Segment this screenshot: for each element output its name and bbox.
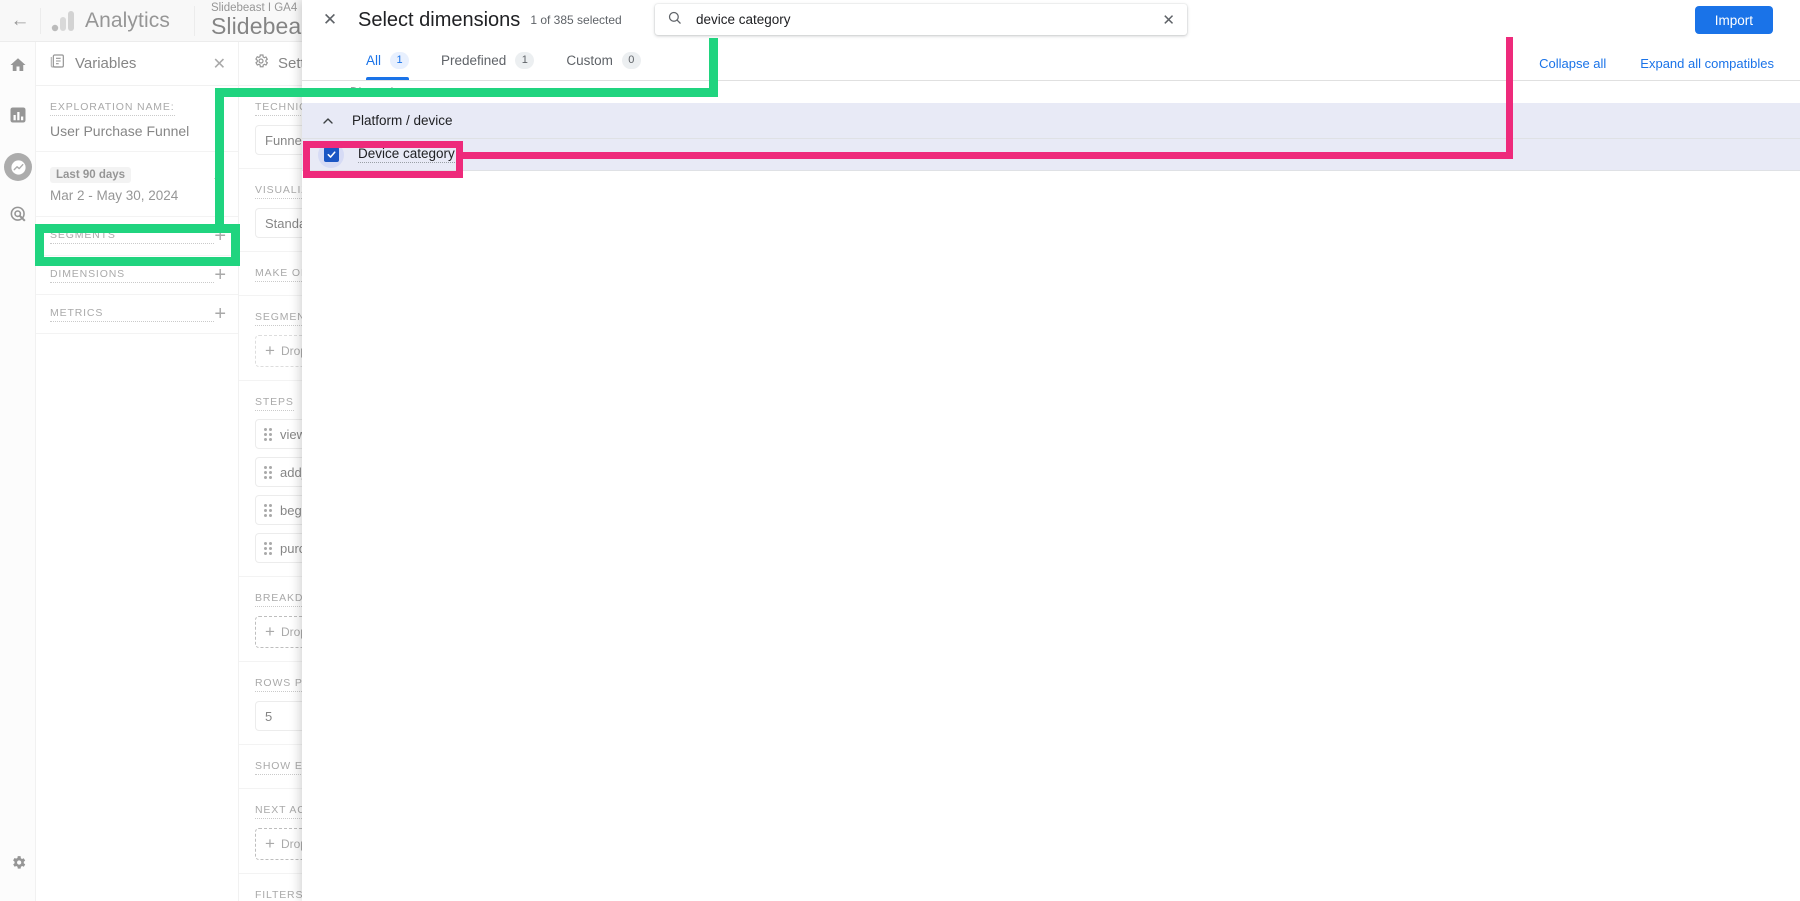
dimension-row-device-category[interactable]: Device category xyxy=(302,139,1800,171)
search-bar[interactable]: ✕ xyxy=(655,4,1187,35)
modal-header: ✕ Select dimensions 1 of 385 selected ✕ … xyxy=(302,0,1800,40)
nav-home[interactable] xyxy=(0,42,36,92)
selected-count: 1 of 385 selected xyxy=(530,13,622,27)
nav-advertising[interactable] xyxy=(0,192,36,242)
chevron-down-icon[interactable] xyxy=(214,178,224,183)
tab-predefined[interactable]: Predefined 1 xyxy=(425,40,550,80)
tab-all-label: All xyxy=(366,52,382,68)
tab-custom-badge: 0 xyxy=(621,51,641,69)
device-category-checkbox[interactable] xyxy=(318,141,344,168)
tab-predefined-badge: 1 xyxy=(515,51,535,69)
drag-handle-icon[interactable] xyxy=(264,465,272,479)
close-icon[interactable]: ✕ xyxy=(302,0,358,40)
metrics-label: METRICS xyxy=(50,307,215,322)
tab-all[interactable]: All 1 xyxy=(350,40,425,80)
dimension-group-label: Platform / device xyxy=(352,113,453,128)
home-icon xyxy=(9,56,27,79)
variables-icon xyxy=(50,53,66,74)
left-nav-rail xyxy=(0,42,36,901)
tab-all-badge: 1 xyxy=(390,51,410,69)
dimensions-label: DIMENSIONS xyxy=(50,268,215,283)
tab-custom[interactable]: Custom 0 xyxy=(550,40,657,80)
close-icon[interactable]: ✕ xyxy=(213,54,226,74)
nav-explore[interactable] xyxy=(0,142,36,192)
plus-icon: + xyxy=(265,834,275,853)
date-range-selector[interactable]: Last 90 days Mar 2 - May 30, 2024 xyxy=(36,152,238,217)
plus-icon: + xyxy=(265,341,275,360)
segments-label: SEGMENTS xyxy=(50,229,215,244)
checkbox-checked-icon xyxy=(323,147,339,162)
exploration-name-section[interactable]: EXPLORATION NAME: User Purchase Funnel xyxy=(36,86,238,152)
drag-handle-icon[interactable] xyxy=(264,541,272,555)
brand-name: Analytics xyxy=(85,8,170,32)
nav-admin[interactable] xyxy=(0,847,36,883)
variables-panel: Variables ✕ EXPLORATION NAME: User Purch… xyxy=(36,42,239,901)
tab-predefined-label: Predefined xyxy=(441,52,507,68)
back-arrow-icon[interactable]: ← xyxy=(0,0,40,42)
variables-panel-header: Variables ✕ xyxy=(36,42,238,86)
dimension-name-label: Device category xyxy=(358,146,455,163)
modal-title: Select dimensions xyxy=(358,8,521,31)
search-input[interactable] xyxy=(696,12,1149,27)
exploration-name-label: EXPLORATION NAME: xyxy=(50,101,175,116)
drag-handle-icon[interactable] xyxy=(264,427,272,441)
search-icon xyxy=(667,10,682,30)
add-segment-button[interactable]: + xyxy=(214,226,226,246)
variables-section-segments: SEGMENTS + xyxy=(36,217,238,256)
gear-icon xyxy=(253,53,269,74)
explore-icon xyxy=(4,153,32,181)
advertising-target-icon xyxy=(9,205,28,229)
plus-icon: + xyxy=(265,622,275,641)
date-chip: Last 90 days xyxy=(50,167,132,183)
variables-section-dimensions: DIMENSIONS + xyxy=(36,256,238,295)
collapse-all-link[interactable]: Collapse all xyxy=(1539,56,1606,71)
dimension-list-body xyxy=(302,171,1800,891)
dimension-group-row[interactable]: Platform / device xyxy=(302,103,1800,139)
divider xyxy=(193,5,195,36)
drag-handle-icon[interactable] xyxy=(264,503,272,517)
select-dimensions-modal: ✕ Select dimensions 1 of 385 selected ✕ … xyxy=(302,0,1800,901)
add-metric-button[interactable]: + xyxy=(214,304,226,324)
exploration-name-value: User Purchase Funnel xyxy=(50,123,190,139)
chevron-up-icon[interactable] xyxy=(320,113,336,129)
reports-bar-chart-icon xyxy=(9,106,27,129)
list-column-header: Dimension name xyxy=(350,85,441,99)
steps-label: STEPS xyxy=(255,396,294,411)
tab-custom-label: Custom xyxy=(566,52,613,68)
nav-reports[interactable] xyxy=(0,92,36,142)
add-dimension-button[interactable]: + xyxy=(214,265,226,285)
date-range-text: Mar 2 - May 30, 2024 xyxy=(50,188,179,203)
import-button[interactable]: Import xyxy=(1694,6,1773,34)
close-icon[interactable]: ✕ xyxy=(1162,11,1175,29)
variables-section-metrics: METRICS + xyxy=(36,295,238,334)
gear-icon xyxy=(10,854,27,876)
filters-label: FILTERS xyxy=(255,889,303,901)
variables-title: Variables xyxy=(75,55,137,72)
modal-tabs: All 1 Predefined 1 Custom 0 Collapse all… xyxy=(302,40,1800,81)
google-analytics-logo xyxy=(41,0,85,42)
expand-all-compatibles-link[interactable]: Expand all compatibles xyxy=(1640,56,1774,71)
tab-actions: Collapse all Expand all compatibles xyxy=(1539,56,1774,71)
